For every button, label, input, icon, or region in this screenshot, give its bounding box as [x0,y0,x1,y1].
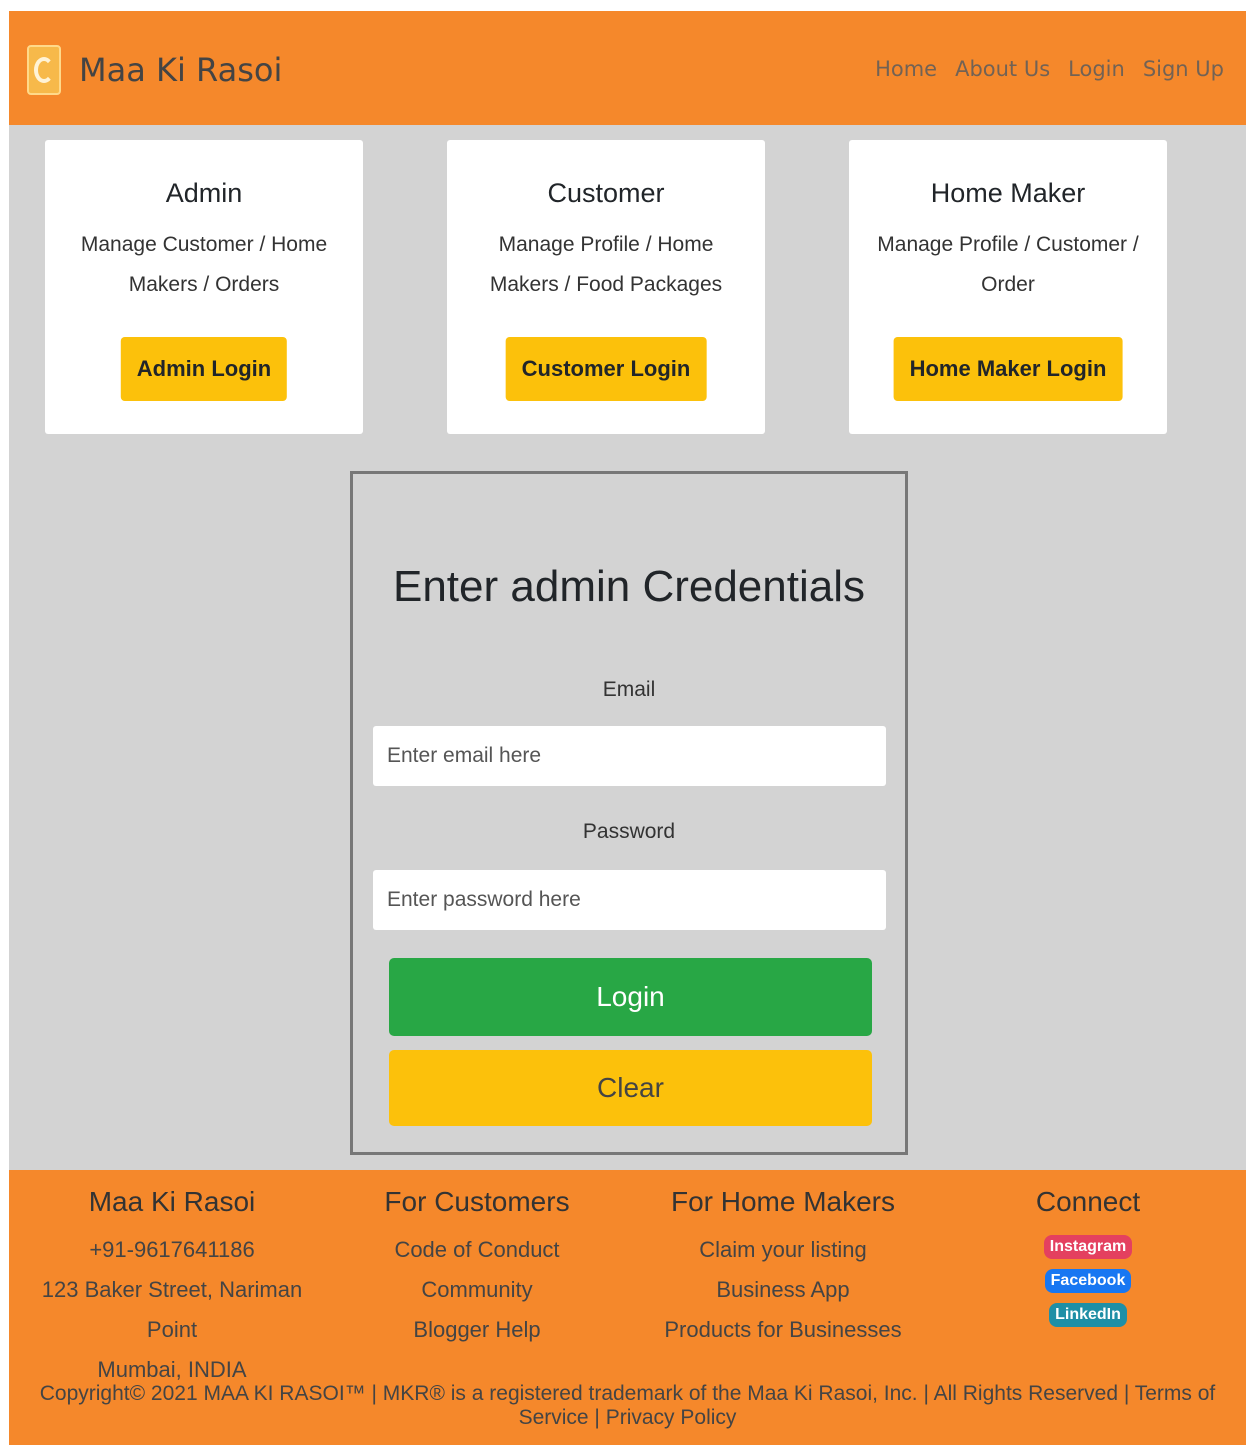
facebook-badge[interactable]: Facebook [1044,1269,1132,1293]
footer-link-code-of-conduct[interactable]: Code of Conduct [357,1230,597,1270]
footer-link-claim-listing[interactable]: Claim your listing [659,1230,907,1270]
card-description: Manage Profile / Home Makers / Food Pack… [489,233,723,296]
card-title: Home Maker [930,178,1086,208]
nav-about-link[interactable]: About Us [955,57,1050,81]
footer-connect-column: Connect Instagram Facebook LinkedIn [1003,1186,1173,1332]
form-heading: Enter admin Credentials [392,562,865,611]
footer-customers-column: For Customers Code of Conduct Community … [357,1186,597,1350]
footer-link-blogger-help[interactable]: Blogger Help [357,1310,597,1350]
footer-phone: +91-9617641186 [89,1237,255,1262]
admin-login-form: Enter admin Credentials Email Password L… [350,471,908,1155]
navbar: Maa Ki Rasoi Home About Us Login Sign Up [9,11,1246,125]
instagram-badge[interactable]: Instagram [1043,1235,1133,1259]
home-maker-card: Home Maker Manage Profile / Customer / O… [849,140,1167,434]
footer-link-products-for-businesses[interactable]: Products for Businesses [659,1310,907,1350]
footer-contact-column: Maa Ki Rasoi +91-9617641186 123 Baker St… [39,1186,305,1390]
footer-address: 123 Baker Street, Nariman Point [41,1277,303,1342]
email-label: Email [602,678,656,701]
footer-column-title: For Customers [384,1186,570,1217]
footer-column-title: Maa Ki Rasoi [88,1186,256,1217]
home-maker-login-button[interactable]: Home Maker Login [893,337,1123,401]
nav-home-link[interactable]: Home [875,57,937,81]
footer: Maa Ki Rasoi +91-9617641186 123 Baker St… [9,1170,1246,1445]
customer-card: Customer Manage Profile / Home Makers / … [447,140,765,434]
nav-login-link[interactable]: Login [1068,57,1125,81]
admin-card: Admin Manage Customer / Home Makers / Or… [45,140,363,434]
card-title: Customer [547,178,665,208]
footer-column-title: Connect [1035,1186,1141,1217]
brand-logo-icon [27,45,61,95]
admin-login-button[interactable]: Admin Login [120,337,288,401]
brand[interactable]: Maa Ki Rasoi [27,45,282,95]
email-input[interactable] [373,726,886,786]
password-input[interactable] [373,870,886,930]
brand-name: Maa Ki Rasoi [79,51,283,89]
page: Maa Ki Rasoi Home About Us Login Sign Up… [9,11,1246,1445]
password-label: Password [582,820,676,843]
card-description: Manage Profile / Customer / Order [877,233,1139,296]
card-description: Manage Customer / Home Makers / Orders [80,233,328,296]
footer-link-business-app[interactable]: Business App [659,1270,907,1310]
footer-column-title: For Home Makers [670,1186,896,1217]
footer-link-community[interactable]: Community [357,1270,597,1310]
customer-login-button[interactable]: Customer Login [505,337,707,401]
login-button[interactable]: Login [389,958,872,1036]
copyright-text: Copyright© 2021 MAA KI RASOI™ | MKR® is … [39,1382,1216,1429]
clear-button[interactable]: Clear [389,1050,872,1126]
card-title: Admin [165,178,243,208]
footer-home-makers-column: For Home Makers Claim your listing Busin… [659,1186,907,1350]
nav-signup-link[interactable]: Sign Up [1143,57,1224,81]
nav-links: Home About Us Login Sign Up [875,57,1224,81]
linkedin-badge[interactable]: LinkedIn [1049,1303,1127,1327]
